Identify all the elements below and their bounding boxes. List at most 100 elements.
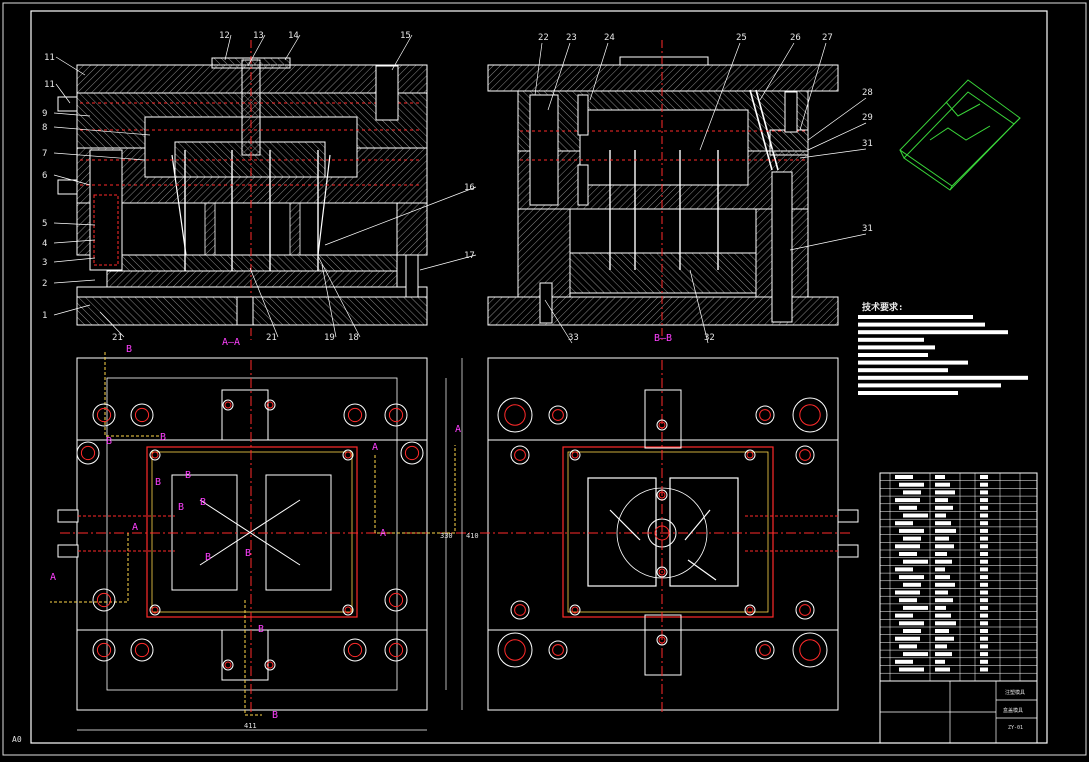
- bolt-hole: [755, 640, 775, 660]
- bolt-hole: [92, 638, 116, 662]
- bolt-hole-inner: [96, 592, 112, 608]
- bolt-hole-inner: [552, 409, 564, 421]
- bolt-hole: [795, 600, 815, 620]
- bolt-hole-inner: [799, 604, 811, 616]
- plan2-clamp-band: [487, 439, 839, 631]
- dim-bottom-value: 411: [244, 722, 257, 730]
- section-cut-path: [50, 533, 129, 603]
- insert-b: [579, 109, 749, 186]
- section-marker-label: B: [160, 432, 166, 443]
- bolt-hole-inner: [224, 401, 232, 409]
- part-number-label: 6: [42, 171, 47, 181]
- bom-cell-text: [899, 621, 924, 626]
- part-number-label: 32: [704, 333, 715, 343]
- section-marker-label: B: [205, 552, 211, 563]
- bom-cell-text: [980, 575, 988, 580]
- bom-cell-text: [935, 498, 948, 503]
- tech-requirement-line: [858, 360, 968, 365]
- part-number-label: 21: [266, 333, 277, 343]
- tech-requirement-line: [858, 322, 985, 327]
- bom-cell-text: [980, 490, 988, 495]
- part-number-label: 1: [42, 311, 47, 321]
- bolt-hole: [795, 445, 815, 465]
- bom-cell-text: [935, 621, 956, 626]
- part-number-label: 11: [44, 53, 55, 63]
- bom-cell-text: [895, 659, 913, 664]
- part-number-label: 9: [42, 109, 47, 119]
- part-number-label: 16: [464, 183, 475, 193]
- part-number-label: 12: [219, 31, 230, 41]
- bom-cell-text: [895, 521, 913, 526]
- part-number-label: 23: [566, 33, 577, 43]
- bom-cell-text: [903, 605, 928, 610]
- bolt-hole-inner: [404, 445, 420, 461]
- tech-requirement-line: [858, 315, 973, 319]
- part-number-label: 28: [862, 88, 873, 98]
- bom-cell-text: [935, 629, 949, 633]
- bolt-hole: [130, 638, 154, 662]
- plan2-part-left: [587, 477, 657, 587]
- bom-cell-text: [935, 582, 955, 587]
- part-number-label: 25: [736, 33, 747, 43]
- guide-bushing-b: [529, 94, 559, 206]
- bom-cell-text: [895, 544, 920, 549]
- bom-cell-text: [935, 521, 951, 526]
- bom-cell-text: [980, 652, 988, 657]
- bolt-hole: [384, 638, 408, 662]
- bom-cell-text: [903, 652, 928, 657]
- bom-cell-text: [935, 598, 953, 603]
- bom-cell-text: [980, 482, 988, 487]
- tech-requirement-line: [858, 368, 948, 373]
- bom-cell-text: [980, 498, 988, 503]
- plan2-water-fitting: [837, 509, 859, 523]
- bom-cell-text: [935, 536, 949, 541]
- tech-requirement-line: [858, 391, 958, 395]
- plan-water-fitting: [57, 544, 79, 558]
- bom-cell-text: [935, 482, 950, 487]
- bom-cell-text: [899, 575, 924, 580]
- bom-cell-text: [980, 582, 988, 587]
- title-block: 注塑模具 盒盖模具 ZY-01: [879, 680, 1038, 744]
- bom-cell-text: [935, 636, 954, 641]
- slider-b: [769, 129, 809, 156]
- screw-b: [539, 282, 553, 324]
- tech-requirements-title: 技术要求:: [862, 301, 903, 313]
- section-marker-label: B: [185, 470, 191, 481]
- section-marker-label: A: [380, 528, 386, 539]
- bolt-hole-inner: [134, 407, 150, 423]
- bom-cell-text: [935, 590, 948, 595]
- bom-cell-text: [980, 598, 988, 603]
- part-number-label: 33: [568, 333, 579, 343]
- guide-pillar-left: [89, 149, 123, 271]
- support-plate-band: [76, 286, 428, 298]
- part-number-label: 24: [604, 33, 615, 43]
- bom-cell-text: [935, 475, 945, 479]
- tech-requirement-line: [858, 383, 1001, 388]
- plan-clamp-band: [76, 439, 428, 631]
- bolt-hole-inner: [388, 642, 404, 658]
- spacer-block-right: [396, 202, 428, 256]
- guide-pillar-b: [771, 171, 793, 323]
- bolt-hole: [510, 445, 530, 465]
- bolt-hole-inner: [347, 642, 363, 658]
- part-number-label: 17: [464, 251, 475, 261]
- socket-head-screw: [375, 65, 399, 121]
- title-drawing-name: 盒盖模具: [1003, 707, 1023, 714]
- support-pillar: [204, 202, 216, 256]
- part-number-label: 27: [822, 33, 833, 43]
- screw-b: [577, 164, 589, 206]
- part-number-label: 11: [44, 80, 55, 90]
- sprue-boss-b: [619, 56, 709, 66]
- part-number-label: 31: [862, 139, 873, 149]
- bolt-hole: [497, 397, 533, 433]
- plan-cavity-pocket: [146, 446, 358, 618]
- bolt-hole-inner: [759, 409, 771, 421]
- part-number-label: 13: [253, 31, 264, 41]
- bom-cell-text: [903, 629, 921, 633]
- bom-cell-text: [899, 598, 917, 603]
- bom-cell-text: [935, 544, 954, 549]
- bolt-hole-inner: [571, 451, 579, 459]
- technical-requirements: 技术要求:: [858, 301, 1028, 395]
- bolt-hole: [548, 405, 568, 425]
- bill-of-materials: [879, 472, 1038, 682]
